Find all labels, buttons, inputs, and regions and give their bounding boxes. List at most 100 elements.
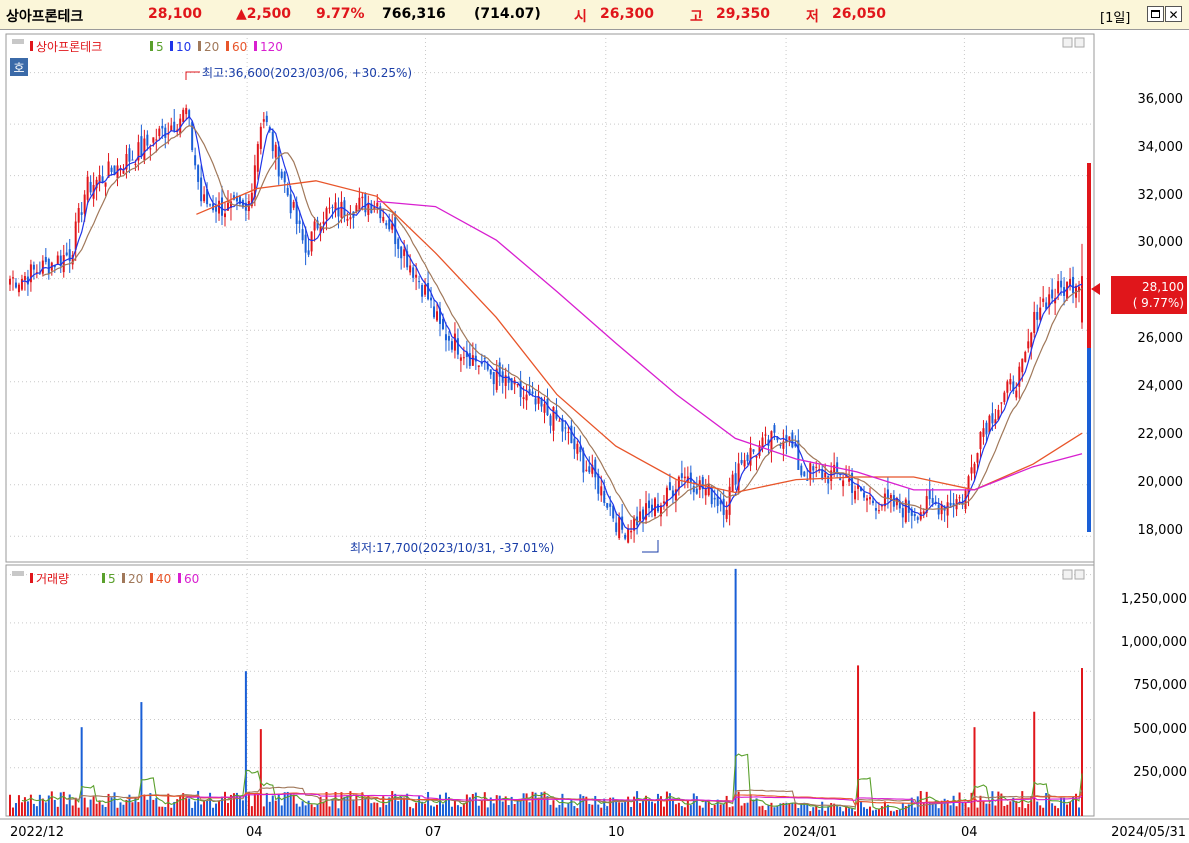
volume-bar bbox=[937, 808, 940, 816]
candle-body bbox=[898, 502, 901, 509]
candle-body bbox=[436, 311, 439, 321]
volume-bar bbox=[755, 798, 758, 816]
period-selector[interactable]: [1일] bbox=[1100, 7, 1130, 26]
volume-bar bbox=[519, 799, 522, 816]
low-label: 저 bbox=[806, 9, 819, 25]
candle-body bbox=[101, 176, 104, 182]
volume-bar bbox=[606, 806, 609, 816]
close-button[interactable]: ✕ bbox=[1165, 6, 1182, 22]
x-label-07: 07 bbox=[425, 825, 442, 840]
candle-body bbox=[871, 500, 874, 504]
x-label-2024-05-31: 2024/05/31 bbox=[1111, 825, 1186, 840]
candle-body bbox=[531, 391, 534, 394]
candle-body bbox=[456, 338, 459, 355]
legend-vma5-label: 5 bbox=[108, 572, 116, 586]
volume-bar bbox=[95, 803, 98, 816]
volume-bar bbox=[931, 803, 934, 816]
candle-body bbox=[152, 137, 155, 143]
volume-bar bbox=[722, 803, 725, 816]
candle-body bbox=[1003, 392, 1006, 403]
volume-tick-250000: 250,000 bbox=[1133, 765, 1187, 780]
candle-body bbox=[143, 138, 146, 161]
volume-bar bbox=[734, 568, 737, 816]
volume-bar bbox=[979, 795, 982, 816]
candle-body bbox=[474, 355, 477, 362]
candle-body bbox=[441, 319, 444, 330]
volume-bar bbox=[1078, 807, 1081, 816]
chart-canvas: 상아프론테크 5 10 20 60 120 호 최고:36,600(2023/0… bbox=[0, 33, 1189, 840]
quote-header-bar: 상아프론테크 28,100 ▲2,500 9.77% 766,316 (714.… bbox=[0, 0, 1189, 30]
candle-body bbox=[397, 238, 400, 249]
volume-bar bbox=[961, 802, 964, 816]
candle-body bbox=[788, 436, 791, 440]
volume-bar bbox=[194, 801, 197, 816]
candle-body bbox=[707, 483, 710, 496]
candle-body bbox=[44, 256, 47, 262]
volume-bar bbox=[149, 793, 152, 816]
panel-handle-icon[interactable] bbox=[12, 39, 24, 44]
volume-bar bbox=[662, 806, 665, 816]
volume-bar bbox=[976, 807, 979, 816]
volume-bar bbox=[38, 794, 41, 816]
volume-bar bbox=[767, 805, 770, 816]
volume-bar bbox=[543, 791, 546, 816]
volume-bar bbox=[427, 791, 430, 816]
stock-name: 상아프론테크 bbox=[6, 9, 84, 25]
candle-body bbox=[265, 115, 268, 123]
volume-bar bbox=[597, 804, 600, 816]
volume-bar bbox=[845, 806, 848, 816]
candle-body bbox=[543, 404, 546, 413]
volume-bar bbox=[683, 807, 686, 816]
volume-bar bbox=[247, 791, 250, 816]
price-tick-26000: 26,000 bbox=[1138, 331, 1184, 346]
maximize-button[interactable] bbox=[1147, 6, 1164, 22]
candle-body bbox=[131, 159, 134, 161]
open-label: 시 bbox=[574, 9, 587, 25]
price-tick-30000: 30,000 bbox=[1138, 235, 1184, 250]
volume-bar bbox=[1060, 797, 1063, 816]
volume-bar bbox=[274, 800, 277, 816]
panel-close-icon[interactable] bbox=[1074, 37, 1085, 48]
volume-bar bbox=[379, 807, 382, 816]
x-label-04-2024: 04 bbox=[961, 825, 978, 840]
candle-body bbox=[991, 413, 994, 424]
price-tick-20000: 20,000 bbox=[1138, 475, 1184, 490]
volume-bar bbox=[1063, 797, 1066, 816]
volume-bar bbox=[80, 727, 83, 816]
volume-bar bbox=[549, 804, 552, 816]
volume-panel-close-icon[interactable] bbox=[1074, 569, 1085, 580]
volume-bar bbox=[26, 801, 29, 816]
volume-bar bbox=[848, 808, 851, 816]
candle-body bbox=[731, 474, 734, 492]
volume-bar bbox=[812, 807, 815, 816]
volume-bar bbox=[289, 794, 292, 816]
candle-body bbox=[1042, 298, 1045, 302]
volume-bar bbox=[400, 797, 403, 816]
volume-bar bbox=[636, 791, 639, 816]
price-change: ▲2,500 bbox=[236, 6, 292, 22]
volume-bar bbox=[125, 799, 128, 816]
volume-bar bbox=[761, 805, 764, 816]
candle-body bbox=[259, 126, 262, 149]
volume-bar bbox=[212, 807, 215, 816]
volume-bar bbox=[851, 808, 854, 816]
volume-bar bbox=[1066, 804, 1069, 816]
volume-bar bbox=[588, 803, 591, 816]
candle-body bbox=[477, 365, 480, 367]
volume-bar bbox=[857, 665, 860, 816]
candle-body bbox=[874, 508, 877, 511]
volume-panel-minimize-icon[interactable] bbox=[1062, 569, 1073, 580]
volume-bar bbox=[373, 802, 376, 816]
candle-body bbox=[89, 181, 92, 193]
volume-bar bbox=[501, 801, 504, 816]
volume-bar bbox=[256, 793, 259, 816]
candle-body bbox=[1060, 280, 1063, 288]
volume-panel-handle-icon[interactable] bbox=[12, 571, 24, 576]
candle-body bbox=[752, 449, 755, 452]
volume-bar bbox=[901, 803, 904, 816]
volume-bar bbox=[725, 795, 728, 816]
candle-body bbox=[9, 278, 11, 285]
legend-price-swatch bbox=[30, 41, 33, 51]
candle-body bbox=[289, 194, 292, 214]
panel-minimize-icon[interactable] bbox=[1062, 37, 1073, 48]
